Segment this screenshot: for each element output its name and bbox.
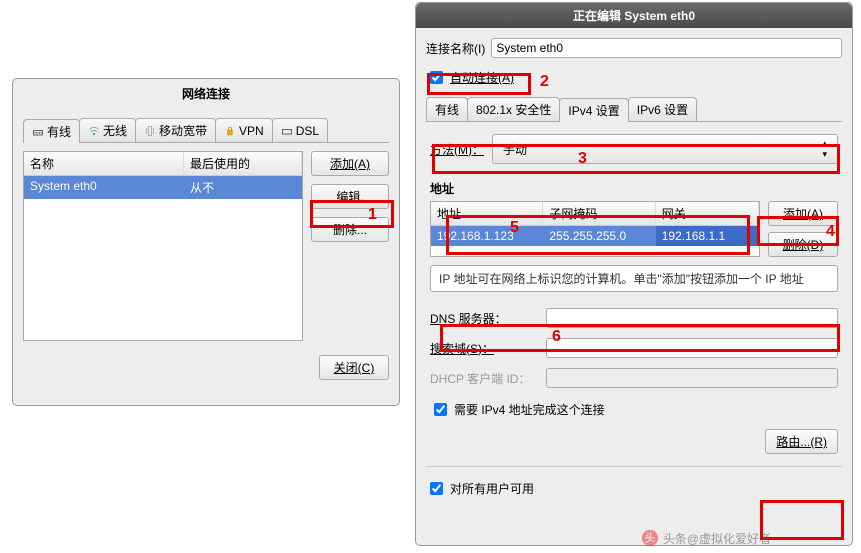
col-mask: 子网掩码 [543,202,655,225]
edit-connection-window: 正在编辑 System eth0 连接名称(I) 自动连接(A) 有线 802.… [415,2,853,546]
address-add-button[interactable]: 添加(A) [768,201,838,226]
tab-wired2[interactable]: 有线 [426,97,468,121]
connections-header: 名称 最后使用的 [24,152,302,176]
tab-ipv6[interactable]: IPv6 设置 [628,97,697,121]
search-domain-input[interactable] [546,338,838,358]
col-name: 名称 [24,152,184,175]
updown-icon: ▴▾ [822,138,827,160]
col-ip: 地址 [431,202,543,225]
routes-button[interactable]: 路由...(R) [765,429,838,454]
dns-input[interactable] [546,308,838,328]
network-connections-title: 网络连接 [13,79,399,108]
watermark: 头 头条@虚拟化爱好者 [641,529,771,547]
tab-wireless[interactable]: 无线 [79,118,136,142]
add-button[interactable]: 添加(A) [311,151,389,176]
tab-ipv4[interactable]: IPv4 设置 [559,98,628,122]
connection-name-input[interactable] [491,38,842,58]
dns-label: DNS 服务器： [430,310,540,327]
ip-hint: IP 地址可在网络上标识您的计算机。单击"添加"按钮添加一个 IP 地址 [430,265,838,292]
close-button[interactable]: 关闭(C) [319,355,389,380]
all-users-checkbox[interactable]: 对所有用户可用 [426,479,534,498]
svg-text:头: 头 [644,533,655,545]
connection-type-tabs: 有线 无线 移动宽带 VPN DSL [23,118,389,143]
tab-mobile[interactable]: 移动宽带 [135,118,216,142]
network-connections-window: 网络连接 有线 无线 移动宽带 VPN DSL 名称 最后使用的 System … [12,78,400,406]
address-delete-button[interactable]: 删除(D) [768,232,838,257]
dhcp-id-input [546,368,838,388]
require-ipv4-checkbox[interactable]: 需要 IPv4 地址完成这个连接 [430,400,605,419]
addresses-section-label: 地址 [430,180,838,197]
col-gateway: 网关 [656,202,759,225]
address-table[interactable]: 地址 子网掩码 网关 192.168.1.123 255.255.255.0 1… [430,201,760,257]
edit-window-title: 正在编辑 System eth0 [416,3,852,28]
search-domain-label: 搜索域(S)： [430,340,540,357]
address-header: 地址 子网掩码 网关 [431,202,759,226]
dhcp-id-label: DHCP 客户端 ID： [430,370,540,387]
edit-button[interactable]: 编辑. [311,184,389,209]
autoconnect-checkbox[interactable]: 自动连接(A) [426,68,514,87]
connections-list[interactable]: 名称 最后使用的 System eth0 从不 [23,151,303,341]
method-label: 方法(M)： [430,141,484,158]
connection-name-label: 连接名称(I) [426,40,485,57]
tab-vpn[interactable]: VPN [215,118,273,142]
address-row[interactable]: 192.168.1.123 255.255.255.0 192.168.1.1 [431,226,759,246]
settings-tabs: 有线 802.1x 安全性 IPv4 设置 IPv6 设置 [426,97,842,122]
tab-wired[interactable]: 有线 [23,119,80,143]
tab-8021x[interactable]: 802.1x 安全性 [467,97,560,121]
col-lastused: 最后使用的 [184,152,302,175]
tab-dsl[interactable]: DSL [272,118,328,142]
method-select[interactable]: 手动 ▴▾ [492,134,838,164]
delete-button[interactable]: 删除... [311,217,389,242]
connection-row[interactable]: System eth0 从不 [24,176,302,199]
